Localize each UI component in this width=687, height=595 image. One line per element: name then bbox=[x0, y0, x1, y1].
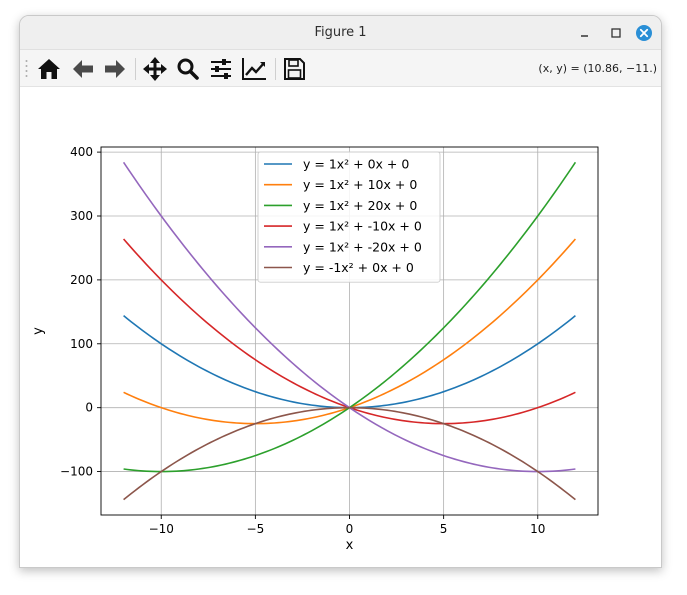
legend-label: y = 1x² + 0x + 0 bbox=[303, 157, 409, 172]
x-tick-label: 0 bbox=[346, 522, 354, 536]
legend-label: y = 1x² + 10x + 0 bbox=[303, 177, 417, 192]
y-axis-label: y bbox=[31, 327, 46, 335]
x-tick-label: 5 bbox=[440, 522, 448, 536]
y-tick-label: −100 bbox=[60, 465, 93, 479]
x-tick-label: 10 bbox=[530, 522, 545, 536]
x-tick-label: −10 bbox=[149, 522, 174, 536]
home-icon[interactable] bbox=[35, 55, 63, 83]
zoom-icon[interactable] bbox=[174, 55, 202, 83]
figure-canvas[interactable]: −10 −5 0 5 10 −100 0 100 200 300 400 x y y = 1x² + 0x… bbox=[20, 87, 661, 567]
legend-label: y = 1x² + 20x + 0 bbox=[303, 198, 417, 213]
move-icon[interactable] bbox=[141, 55, 169, 83]
figure-window: Figure 1 (x, y) = (10.86, −11.) −10 −5 0… bbox=[19, 15, 662, 568]
y-tick-label: 400 bbox=[70, 145, 93, 159]
title-bar: Figure 1 bbox=[20, 16, 661, 50]
window-title: Figure 1 bbox=[314, 25, 367, 40]
maximize-icon[interactable] bbox=[606, 23, 626, 43]
x-tick-label: −5 bbox=[247, 522, 265, 536]
cursor-coords: (x, y) = (10.86, −11.) bbox=[538, 62, 657, 75]
toolbar: (x, y) = (10.86, −11.) bbox=[20, 50, 661, 87]
legend-label: y = 1x² + -10x + 0 bbox=[303, 219, 422, 234]
y-tick-label: 300 bbox=[70, 209, 93, 223]
back-arrow-icon[interactable] bbox=[69, 55, 97, 83]
close-icon[interactable] bbox=[634, 23, 654, 43]
forward-arrow-icon[interactable] bbox=[101, 55, 129, 83]
toolbar-separator bbox=[135, 58, 136, 80]
toolbar-grip-icon bbox=[25, 60, 28, 77]
save-icon[interactable] bbox=[280, 55, 308, 83]
y-tick-label: 200 bbox=[70, 273, 93, 287]
x-axis-label: x bbox=[346, 538, 354, 553]
trend-icon[interactable] bbox=[240, 55, 268, 83]
minimize-icon[interactable] bbox=[576, 23, 596, 43]
plot-svg[interactable]: −10 −5 0 5 10 −100 0 100 200 300 400 x y y = 1x² + 0x… bbox=[20, 87, 661, 567]
y-tick-label: 100 bbox=[70, 337, 93, 351]
legend-label: y = 1x² + -20x + 0 bbox=[303, 239, 422, 254]
legend-label: y = -1x² + 0x + 0 bbox=[303, 260, 414, 275]
toolbar-separator bbox=[275, 58, 276, 80]
sliders-icon[interactable] bbox=[207, 55, 235, 83]
y-tick-label: 0 bbox=[85, 401, 93, 415]
